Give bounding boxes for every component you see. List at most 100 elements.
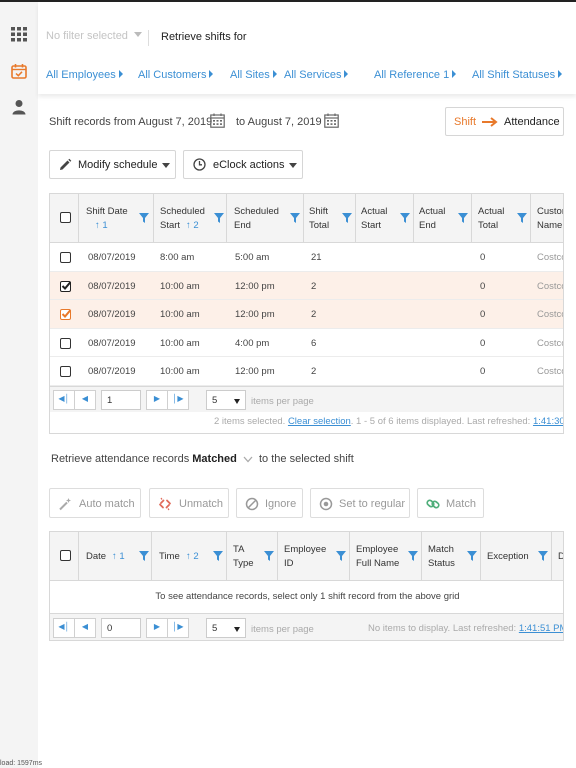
cell-start: 10:00 am (160, 280, 200, 292)
col-actual-start-label2: Start (361, 220, 382, 231)
row-checkbox[interactable] (60, 252, 71, 263)
caret-right-icon (344, 70, 349, 78)
col-d[interactable]: D (551, 532, 563, 581)
calendar-icon[interactable] (324, 113, 339, 128)
col-time[interactable]: Time ↑ 2 (151, 532, 226, 581)
auto-match-button[interactable]: Auto match (49, 488, 141, 518)
col-employee-full-name[interactable]: Employee Full Name (349, 532, 421, 581)
funnel-icon[interactable] (517, 213, 527, 223)
col-shift-date[interactable]: Shift Date ↑ 1 (78, 194, 153, 243)
funnel-icon[interactable] (400, 213, 410, 223)
col-ta-type-label2: Type (233, 558, 254, 569)
cell-start: 10:00 am (160, 337, 200, 349)
clear-selection-link[interactable]: Clear selection (288, 416, 351, 427)
col-scheduled-end[interactable]: Scheduled End (226, 194, 303, 243)
attendance-grid-status: No items to display. Last refreshed: 1:4… (368, 623, 563, 634)
col-actual-start[interactable]: Actual Start (355, 194, 413, 243)
funnel-icon[interactable] (458, 213, 468, 223)
select-all-checkbox[interactable] (60, 212, 71, 223)
cell-atotal: 0 (480, 337, 486, 349)
table-row[interactable]: 08/07/2019 10:00 am 12:00 pm 2 0 Costco (50, 300, 563, 329)
select-all-checkbox[interactable] (60, 550, 71, 561)
col-actual-total[interactable]: Actual Total (471, 194, 530, 243)
page-number-input[interactable]: 1 (101, 390, 141, 410)
attendance-grid: Date ↑ 1 Time ↑ 2 TA Type Employee ID Em… (49, 531, 564, 641)
filter-employees[interactable]: All Employees (46, 69, 123, 81)
funnel-icon[interactable] (342, 213, 352, 223)
page-size-select[interactable]: 5 (206, 390, 246, 410)
person-icon[interactable] (11, 99, 27, 115)
last-page-icon: │▶ (172, 394, 184, 403)
funnel-icon[interactable] (214, 213, 224, 223)
calendar-check-icon[interactable] (11, 63, 27, 79)
last-page-button[interactable]: │▶ (167, 618, 189, 638)
col-employee-id[interactable]: Employee ID (277, 532, 349, 581)
funnel-icon[interactable] (139, 551, 149, 561)
col-exception[interactable]: Exception (480, 532, 551, 581)
row-checkbox[interactable] (60, 366, 71, 378)
first-page-button[interactable]: ◀│ (53, 390, 75, 410)
col-scheduled-start-label2: Start (160, 220, 181, 231)
refresh-link[interactable]: 1:41:30 PM (533, 416, 563, 427)
col-actual-end[interactable]: Actual End (413, 194, 471, 243)
match-button[interactable]: Match (417, 488, 484, 518)
calendar-icon[interactable] (210, 113, 225, 128)
funnel-icon[interactable] (467, 551, 477, 561)
row-checkbox[interactable] (60, 309, 71, 321)
table-row[interactable]: 08/07/2019 10:00 am 4:00 pm 6 0 Costco (50, 329, 563, 358)
prev-page-button[interactable]: ◀ (74, 618, 96, 638)
filter-reference-1[interactable]: All Reference 1 (374, 69, 457, 81)
prev-page-button[interactable]: ◀ (74, 390, 96, 410)
shift-attendance-toggle[interactable]: Shift Attendance (445, 107, 564, 136)
funnel-icon[interactable] (139, 213, 149, 223)
cell-start: 10:00 am (160, 366, 200, 378)
col-shift-total[interactable]: Shift Total (303, 194, 355, 243)
col-actual-end-label: Actual (419, 206, 446, 217)
set-to-regular-button[interactable]: Set to regular (310, 488, 410, 518)
funnel-icon[interactable] (538, 551, 548, 561)
ignore-button[interactable]: Ignore (236, 488, 303, 518)
chevron-down-icon[interactable] (243, 456, 253, 463)
chevron-down-icon (289, 163, 297, 168)
filter-sites[interactable]: All Sites (230, 69, 277, 81)
apps-grid-icon[interactable] (11, 26, 27, 42)
funnel-icon[interactable] (336, 551, 346, 561)
page-number-input[interactable]: 0 (101, 618, 141, 638)
funnel-icon[interactable] (213, 551, 223, 561)
col-scheduled-start[interactable]: Scheduled Start ↑ 2 (153, 194, 226, 243)
refresh-link[interactable]: 1:41:51 PM (519, 623, 563, 634)
row-checkbox[interactable] (60, 280, 71, 292)
unmatch-button[interactable]: Unmatch (149, 488, 229, 518)
col-scheduled-start-label: Scheduled (160, 206, 205, 217)
cell-end: 4:00 pm (235, 337, 270, 349)
row-checkbox[interactable] (60, 337, 71, 349)
table-row[interactable]: 08/07/2019 10:00 am 12:00 pm 2 0 Costco (50, 271, 563, 301)
modify-schedule-button[interactable]: Modify schedule (49, 150, 176, 179)
next-page-button[interactable]: ▶ (146, 618, 168, 638)
col-ta-type[interactable]: TA Type (226, 532, 277, 581)
filter-customers[interactable]: All Customers (138, 69, 214, 81)
filter-shift-statuses[interactable]: All Shift Statuses (472, 69, 563, 81)
radio-icon (319, 497, 333, 511)
first-page-button[interactable]: ◀│ (53, 618, 75, 638)
funnel-icon[interactable] (264, 551, 274, 561)
funnel-icon[interactable] (408, 551, 418, 561)
col-customer-name[interactable]: Custon Name (530, 194, 563, 243)
next-page-button[interactable]: ▶ (146, 390, 168, 410)
next-page-icon: ▶ (153, 622, 161, 631)
last-page-button[interactable]: │▶ (167, 390, 189, 410)
page-size-select[interactable]: 5 (206, 618, 246, 638)
table-row[interactable]: 08/07/2019 10:00 am 12:00 pm 2 0 Costco (50, 357, 563, 386)
col-date[interactable]: Date ↑ 1 (78, 532, 151, 581)
col-match-status[interactable]: Match Status (421, 532, 480, 581)
funnel-icon[interactable] (290, 213, 300, 223)
filter-employees-label: All Employees (46, 69, 116, 81)
page-size-value: 5 (212, 395, 218, 406)
eclock-actions-button[interactable]: eClock actions (183, 150, 303, 179)
table-row[interactable]: 08/07/2019 8:00 am 5:00 am 21 0 Costco (50, 243, 563, 272)
filter-select[interactable]: No filter selected (46, 30, 142, 42)
modify-schedule-label: Modify schedule (78, 159, 158, 171)
match-mode-select[interactable]: Matched (192, 453, 237, 465)
filter-services[interactable]: All Services (284, 69, 349, 81)
col-actual-total-label2: Total (478, 220, 499, 231)
